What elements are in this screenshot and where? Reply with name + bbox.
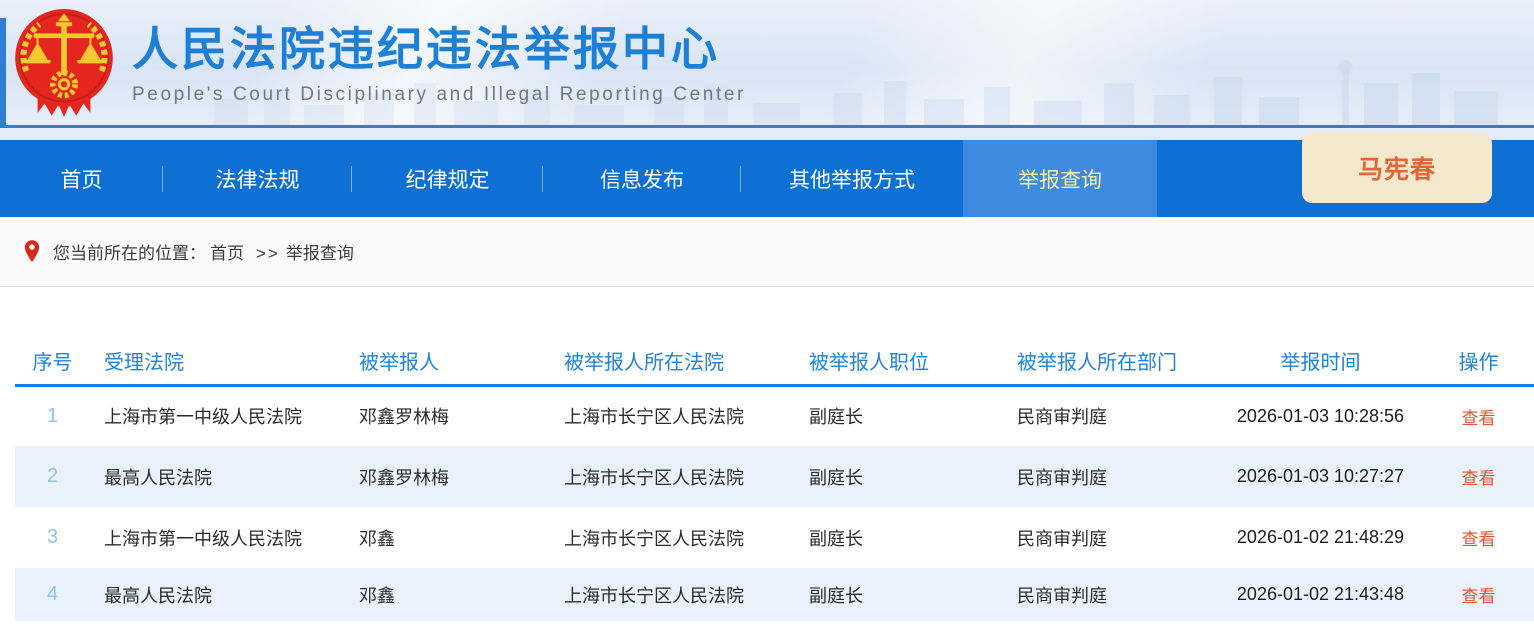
header-left-edge-strip [0,18,6,125]
view-link[interactable]: 查看 [1462,469,1496,488]
cell-reported-person-court: 上海市长宁区人民法院 [550,385,795,446]
user-name-button[interactable]: 马宪春 [1302,133,1492,203]
cell-department: 民商审判庭 [1003,385,1218,446]
cell-reported-person-court: 上海市长宁区人民法院 [550,568,795,621]
cell-position: 副庭长 [795,385,1003,446]
cell-report-time: 2026-01-03 10:28:56 [1218,385,1423,446]
cell-seq: 4 [15,568,90,621]
col-header-seq: 序号 [15,337,90,385]
report-table: 序号 受理法院 被举报人 被举报人所在法院 被举报人职位 被举报人所在部门 举报… [15,337,1534,621]
cell-department: 民商审判庭 [1003,568,1218,621]
breadcrumb-prefix: 您当前所在的位置： [53,244,206,263]
site-header: 人民法院违纪违法举报中心 People's Court Disciplinary… [0,0,1534,125]
breadcrumb-separator: >> [256,244,280,263]
breadcrumb-current: 举报查询 [286,244,354,263]
cell-seq: 3 [15,507,90,568]
cell-accepting-court: 最高人民法院 [90,568,345,621]
cell-seq: 2 [15,446,90,507]
cell-position: 副庭长 [795,568,1003,621]
col-header-reported-person: 被举报人 [345,337,550,385]
breadcrumb-home-link[interactable]: 首页 [210,244,244,263]
cell-reported-person: 邓鑫 [345,568,550,621]
col-header-accepting-court: 受理法院 [90,337,345,385]
cell-reported-person-court: 上海市长宁区人民法院 [550,507,795,568]
nav-item-laws[interactable]: 法律法规 [163,140,352,217]
cell-position: 副庭长 [795,446,1003,507]
cell-report-time: 2026-01-02 21:43:48 [1218,568,1423,621]
col-header-reported-person-court: 被举报人所在法院 [550,337,795,385]
col-header-reported-person-position: 被举报人职位 [795,337,1003,385]
breadcrumb: 您当前所在的位置：首页 >> 举报查询 [0,217,1534,287]
view-link[interactable]: 查看 [1462,409,1496,428]
cell-position: 副庭长 [795,507,1003,568]
view-link[interactable]: 查看 [1462,530,1496,549]
view-link[interactable]: 查看 [1462,587,1496,606]
nav-item-report-query[interactable]: 举报查询 [963,140,1157,217]
col-header-actions: 操作 [1423,337,1534,385]
col-header-reported-person-department: 被举报人所在部门 [1003,337,1218,385]
page-subtitle: People's Court Disciplinary and Illegal … [132,84,746,106]
court-emblem-logo [12,7,116,125]
page: 人民法院违纪违法举报中心 People's Court Disciplinary… [0,0,1534,628]
cell-reported-person-court: 上海市长宁区人民法院 [550,446,795,507]
location-pin-icon [23,239,41,264]
nav-item-home[interactable]: 首页 [0,140,163,217]
cell-department: 民商审判庭 [1003,446,1218,507]
table-row: 4 最高人民法院 邓鑫 上海市长宁区人民法院 副庭长 民商审判庭 2026-01… [15,568,1534,621]
cell-reported-person: 邓鑫罗林梅 [345,446,550,507]
table-row: 2 最高人民法院 邓鑫罗林梅 上海市长宁区人民法院 副庭长 民商审判庭 2026… [15,446,1534,507]
nav-item-other-methods[interactable]: 其他举报方式 [741,140,963,217]
nav-item-discipline[interactable]: 纪律规定 [352,140,543,217]
table-row: 3 上海市第一中级人民法院 邓鑫 上海市长宁区人民法院 副庭长 民商审判庭 20… [15,507,1534,568]
table-row: 1 上海市第一中级人民法院 邓鑫罗林梅 上海市长宁区人民法院 副庭长 民商审判庭… [15,385,1534,446]
report-table-section: 序号 受理法院 被举报人 被举报人所在法院 被举报人职位 被举报人所在部门 举报… [0,287,1534,621]
cell-accepting-court: 上海市第一中级人民法院 [90,385,345,446]
cell-report-time: 2026-01-03 10:27:27 [1218,446,1423,507]
cell-reported-person: 邓鑫罗林梅 [345,385,550,446]
table-header-row: 序号 受理法院 被举报人 被举报人所在法院 被举报人职位 被举报人所在部门 举报… [15,337,1534,385]
cell-department: 民商审判庭 [1003,507,1218,568]
col-header-report-time: 举报时间 [1218,337,1423,385]
cell-report-time: 2026-01-02 21:48:29 [1218,507,1423,568]
nav-item-news[interactable]: 信息发布 [543,140,741,217]
cell-reported-person: 邓鑫 [345,507,550,568]
cell-accepting-court: 上海市第一中级人民法院 [90,507,345,568]
cell-accepting-court: 最高人民法院 [90,446,345,507]
cell-seq: 1 [15,385,90,446]
page-title: 人民法院违纪违法举报中心 [132,24,746,75]
